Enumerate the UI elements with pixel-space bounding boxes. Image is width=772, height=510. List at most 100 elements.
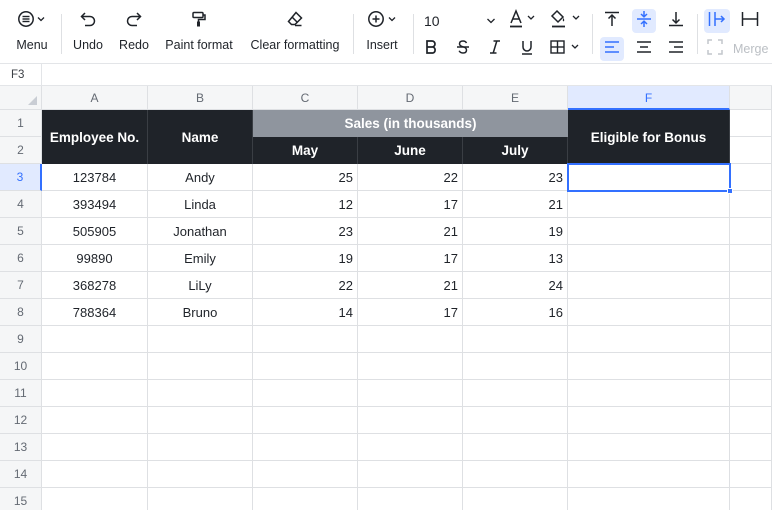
empty-cell[interactable] — [463, 326, 568, 353]
empty-cell[interactable] — [148, 326, 253, 353]
header-cell-may[interactable]: May — [253, 137, 358, 164]
empty-cell[interactable] — [148, 353, 253, 380]
empty-cell[interactable] — [148, 380, 253, 407]
font-size-select[interactable]: 10 — [420, 9, 500, 33]
bold-button[interactable] — [420, 38, 442, 60]
cell-july[interactable]: 16 — [463, 299, 568, 326]
cell-employee-no[interactable]: 99890 — [42, 245, 148, 272]
row-header-8[interactable]: 8 — [0, 299, 42, 326]
insert-button[interactable]: Insert — [362, 0, 402, 52]
overflow-button[interactable] — [738, 9, 762, 33]
borders-button[interactable] — [548, 38, 584, 60]
empty-cell[interactable] — [148, 434, 253, 461]
cell-june[interactable]: 17 — [358, 299, 463, 326]
cell-june[interactable]: 21 — [358, 218, 463, 245]
align-top-button[interactable] — [600, 9, 624, 33]
cell-employee-no[interactable]: 505905 — [42, 218, 148, 245]
row-header-15[interactable]: 15 — [0, 488, 42, 510]
empty-cell[interactable] — [730, 326, 772, 353]
empty-cell[interactable] — [568, 353, 730, 380]
paint-format-button[interactable]: Paint format — [162, 0, 236, 52]
freeze-button[interactable] — [704, 9, 730, 33]
row-header-14[interactable]: 14 — [0, 461, 42, 488]
row-header-9[interactable]: 9 — [0, 326, 42, 353]
empty-cell[interactable] — [42, 326, 148, 353]
cell-bonus[interactable] — [568, 218, 730, 245]
row-header-6[interactable]: 6 — [0, 245, 42, 272]
cell-june[interactable]: 17 — [358, 191, 463, 218]
align-left-button[interactable] — [600, 37, 624, 61]
name-box[interactable]: F3 — [0, 64, 42, 86]
row-header-5[interactable]: 5 — [0, 218, 42, 245]
cell-employee-no[interactable]: 393494 — [42, 191, 148, 218]
empty-cell[interactable] — [148, 488, 253, 510]
empty-cell[interactable] — [42, 488, 148, 510]
empty-cell[interactable] — [358, 488, 463, 510]
empty-cell[interactable] — [253, 488, 358, 510]
cell-july[interactable]: 19 — [463, 218, 568, 245]
text-color-button[interactable] — [506, 8, 540, 33]
clear-formatting-button[interactable]: Clear formatting — [246, 0, 344, 52]
cell-g1[interactable] — [730, 110, 772, 137]
empty-cell[interactable] — [42, 380, 148, 407]
empty-cell[interactable] — [148, 461, 253, 488]
cell-july[interactable]: 23 — [463, 164, 568, 191]
empty-cell[interactable] — [463, 434, 568, 461]
column-header-d[interactable]: D — [358, 86, 463, 110]
empty-cell[interactable] — [358, 461, 463, 488]
empty-cell[interactable] — [253, 326, 358, 353]
italic-button[interactable] — [484, 38, 506, 60]
cell-employee-no[interactable]: 788364 — [42, 299, 148, 326]
cell-june[interactable]: 17 — [358, 245, 463, 272]
empty-cell[interactable] — [568, 461, 730, 488]
cell-july[interactable]: 21 — [463, 191, 568, 218]
row-header-1[interactable]: 1 — [0, 110, 42, 137]
header-cell-july[interactable]: July — [463, 137, 568, 164]
cell-july[interactable]: 13 — [463, 245, 568, 272]
empty-cell[interactable] — [568, 488, 730, 510]
cell-g3[interactable] — [730, 164, 772, 191]
header-cell-employee-no[interactable]: Employee No. — [42, 110, 148, 164]
column-header-a[interactable]: A — [42, 86, 148, 110]
empty-cell[interactable] — [42, 353, 148, 380]
cell-name[interactable]: Andy — [148, 164, 253, 191]
fill-handle[interactable] — [727, 188, 733, 194]
empty-cell[interactable] — [463, 380, 568, 407]
row-header-4[interactable]: 4 — [0, 191, 42, 218]
cell-g5[interactable] — [730, 218, 772, 245]
strikethrough-button[interactable] — [452, 38, 474, 60]
cell-bonus[interactable] — [568, 164, 730, 191]
row-header-13[interactable]: 13 — [0, 434, 42, 461]
cell-g6[interactable] — [730, 245, 772, 272]
cell-july[interactable]: 24 — [463, 272, 568, 299]
cell-g4[interactable] — [730, 191, 772, 218]
cell-bonus[interactable] — [568, 245, 730, 272]
column-header-c[interactable]: C — [253, 86, 358, 110]
empty-cell[interactable] — [42, 434, 148, 461]
select-all-corner[interactable] — [0, 86, 42, 110]
empty-cell[interactable] — [730, 353, 772, 380]
cell-may[interactable]: 23 — [253, 218, 358, 245]
empty-cell[interactable] — [253, 434, 358, 461]
empty-cell[interactable] — [463, 353, 568, 380]
empty-cell[interactable] — [358, 326, 463, 353]
cell-employee-no[interactable]: 368278 — [42, 272, 148, 299]
row-header-7[interactable]: 7 — [0, 272, 42, 299]
empty-cell[interactable] — [730, 380, 772, 407]
cell-name[interactable]: Jonathan — [148, 218, 253, 245]
column-header-f[interactable]: F — [568, 86, 730, 110]
row-header-2[interactable]: 2 — [0, 137, 42, 164]
cell-g8[interactable] — [730, 299, 772, 326]
cell-bonus[interactable] — [568, 299, 730, 326]
cell-bonus[interactable] — [568, 191, 730, 218]
header-cell-sales-group[interactable]: Sales (in thousands) — [253, 110, 568, 137]
fill-color-button[interactable] — [548, 9, 584, 33]
empty-cell[interactable] — [463, 488, 568, 510]
empty-cell[interactable] — [568, 407, 730, 434]
cell-bonus[interactable] — [568, 272, 730, 299]
align-middle-button[interactable] — [632, 9, 656, 33]
empty-cell[interactable] — [358, 434, 463, 461]
empty-cell[interactable] — [358, 353, 463, 380]
empty-cell[interactable] — [463, 461, 568, 488]
cell-may[interactable]: 22 — [253, 272, 358, 299]
